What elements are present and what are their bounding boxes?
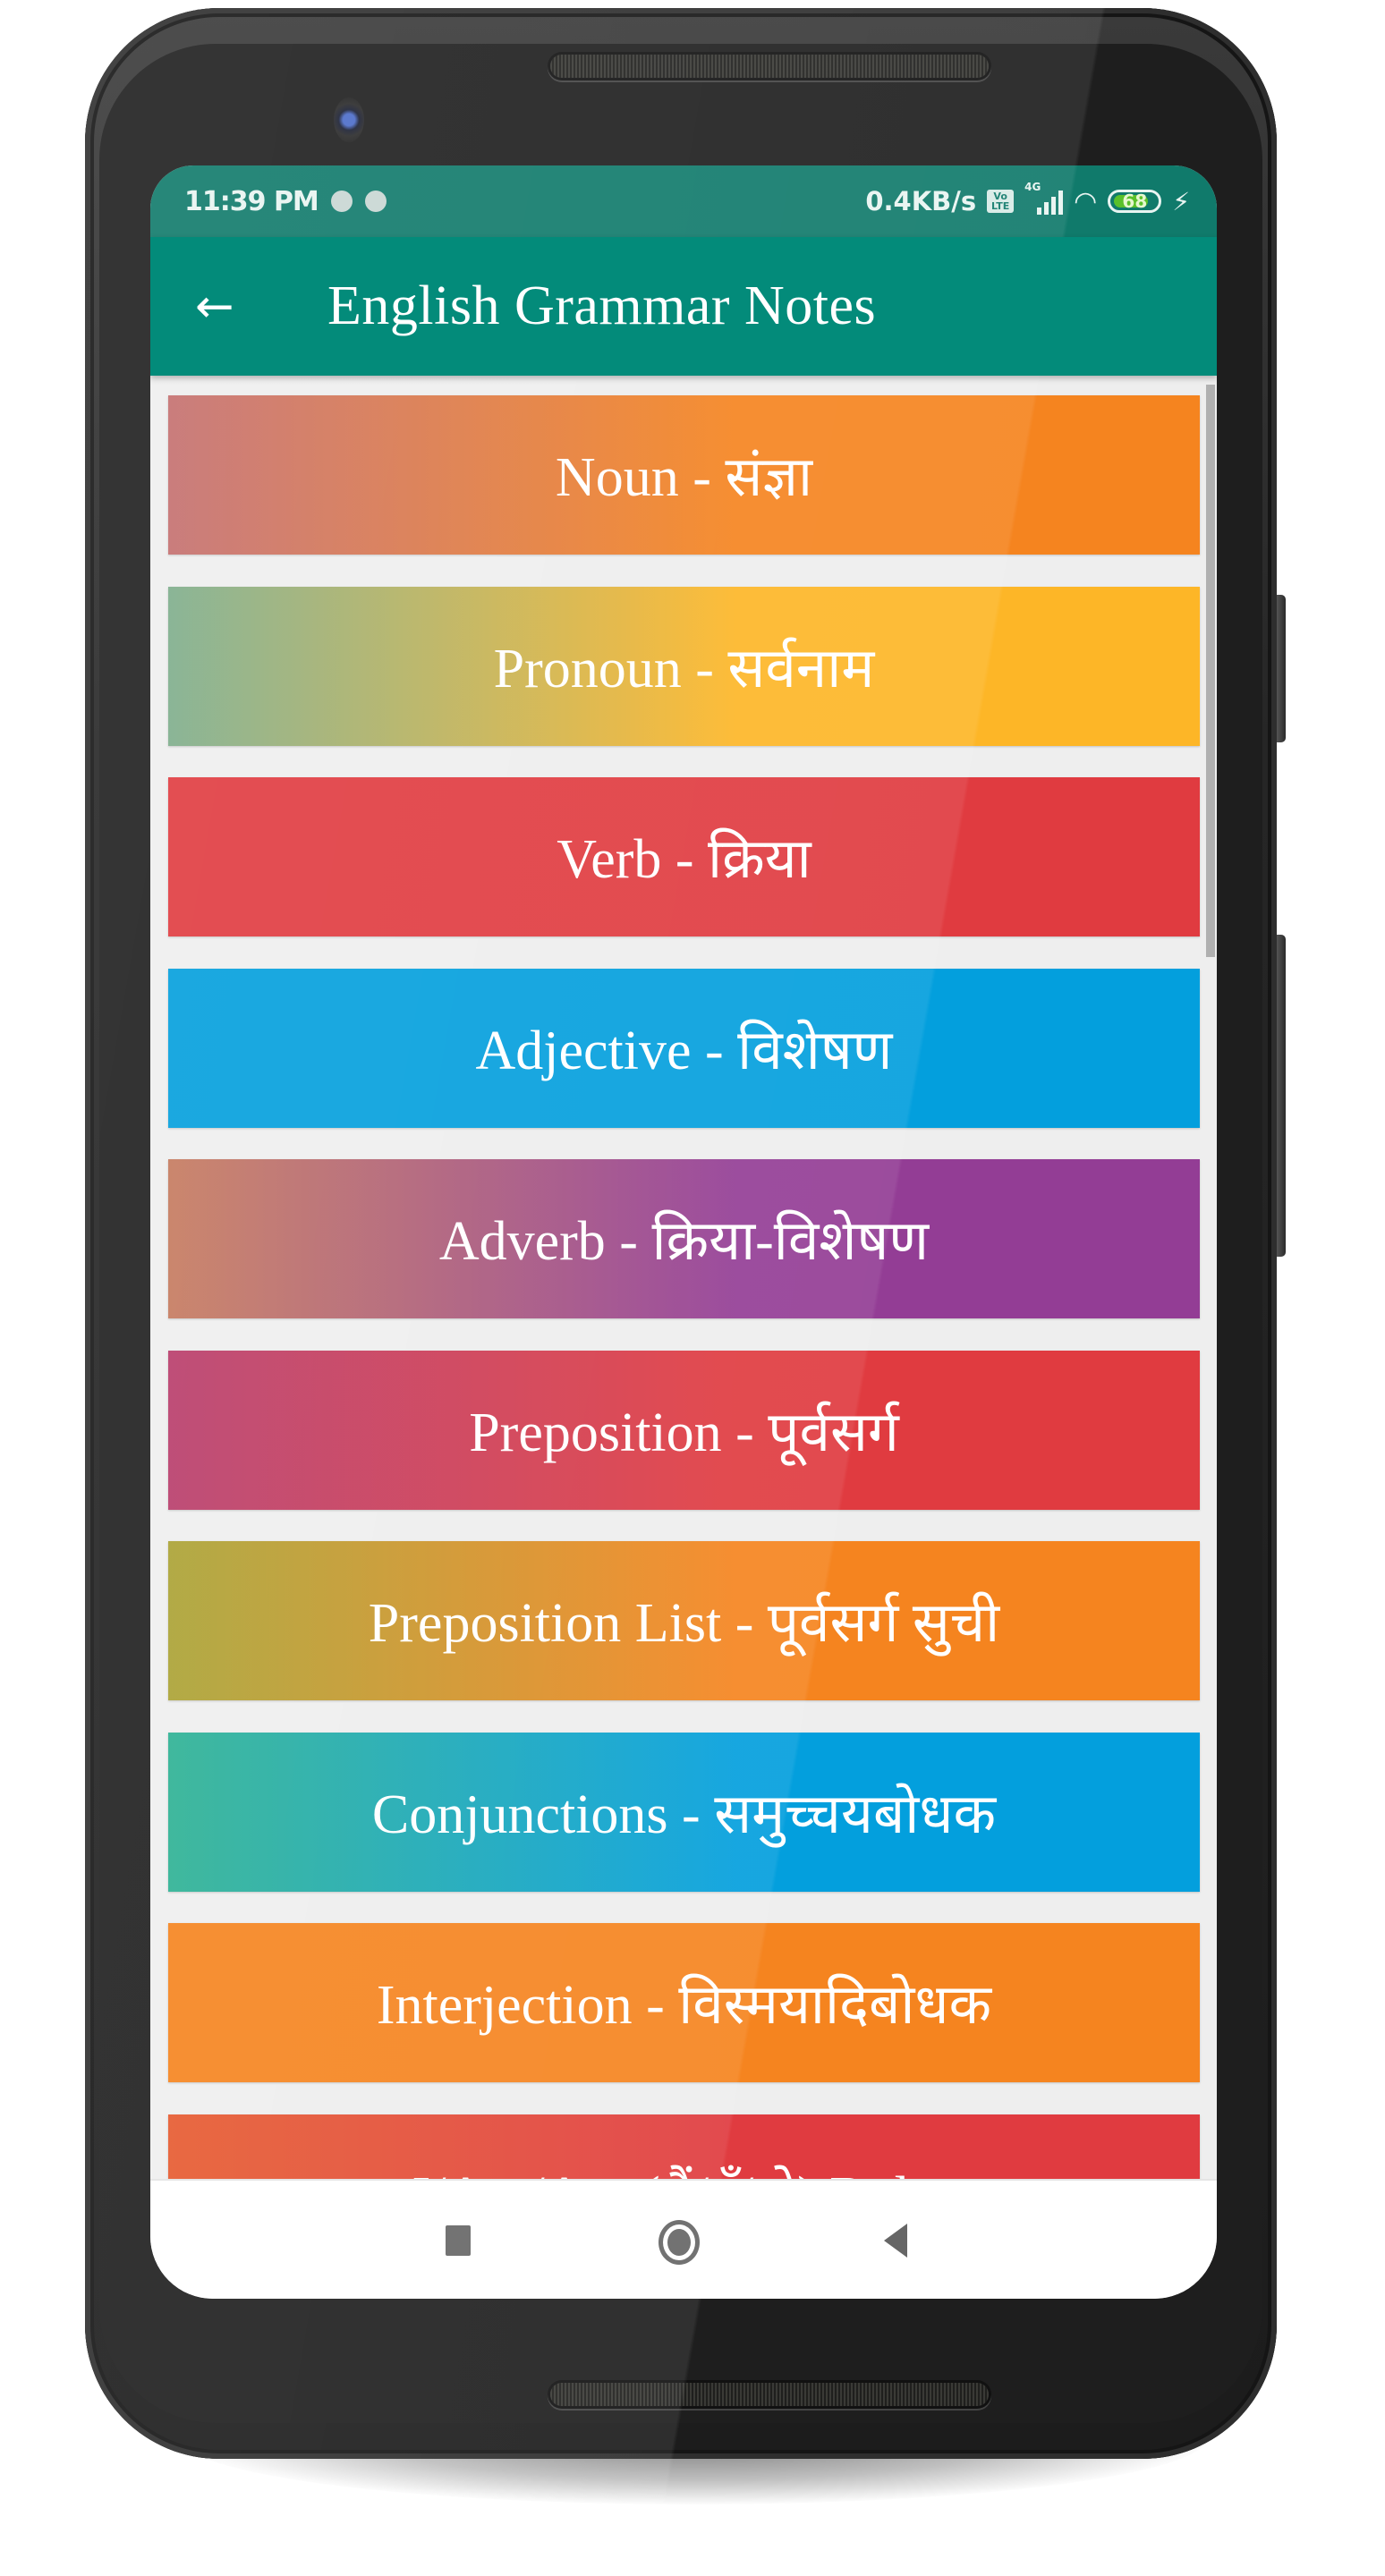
topic-label: Interjection - विस्मयादिबोधक: [376, 1975, 992, 2036]
topic-card[interactable]: Interjection - विस्मयादिबोधक: [168, 1923, 1200, 2082]
battery-icon: 68: [1108, 190, 1162, 213]
front-camera-icon: [334, 97, 364, 142]
topic-card[interactable]: I/Am/Are (मैं/हूँ/हो) Rules: [168, 2114, 1200, 2180]
topic-label: Verb - क्रिया: [557, 829, 811, 890]
status-time: 11:39 PM: [184, 185, 319, 217]
triangle-back-icon[interactable]: [884, 2224, 907, 2258]
list-scrollbar[interactable]: [1206, 385, 1215, 957]
topic-label: Conjunctions - समुच्चयबोधक: [371, 1784, 997, 1845]
topic-label: Preposition List - पूर्वसर्ग सुची: [368, 1593, 1000, 1654]
circle-home-icon[interactable]: [659, 2220, 700, 2265]
earpiece-speaker: [550, 55, 989, 78]
topic-card[interactable]: Adjective - विशेषण: [168, 968, 1200, 1128]
charging-bolt-icon: ⚡︎: [1172, 186, 1190, 216]
topic-card[interactable]: Conjunctions - समुच्चयबोधक: [168, 1732, 1200, 1892]
notification-dot-icon: [330, 191, 353, 212]
network-type: 4G: [1024, 181, 1041, 193]
topic-list[interactable]: Noun - संज्ञा Pronoun - सर्वनाम Verb - क…: [150, 376, 1217, 2179]
wifi-icon: ◠: [1074, 185, 1098, 217]
phone-screen: 11:39 PM 0.4KB/s Vo LTE 4G ◠ 68 ⚡︎ ← Engl…: [150, 165, 1217, 2299]
square-recents-icon[interactable]: [446, 2225, 471, 2256]
topic-card[interactable]: Adverb - क्रिया-विशेषण: [168, 1159, 1200, 1318]
arrow-left-icon[interactable]: ←: [195, 284, 249, 330]
page-title: English Grammar Notes: [327, 275, 877, 336]
topic-label: Adjective - विशेषण: [475, 1020, 893, 1081]
notification-dot-icon: [364, 191, 387, 212]
battery-percent: 68: [1122, 191, 1148, 212]
status-bar: 11:39 PM 0.4KB/s Vo LTE 4G ◠ 68 ⚡︎: [150, 165, 1217, 237]
topic-card[interactable]: Noun - संज्ञा: [168, 395, 1200, 555]
topic-label: I/Am/Are (मैं/हूँ/हो) Rules: [412, 2157, 956, 2180]
topic-card[interactable]: Pronoun - सर्वनाम: [168, 586, 1200, 746]
topic-label: Adverb - क्रिया-विशेषण: [438, 1211, 930, 1272]
system-nav-bar: [150, 2179, 1217, 2299]
power-button[interactable]: [1277, 595, 1286, 742]
signal-icon: 4G: [1024, 181, 1064, 215]
volume-rocker[interactable]: [1277, 935, 1286, 1257]
topic-card[interactable]: Preposition - पूर्वसर्ग: [168, 1350, 1200, 1510]
topic-card[interactable]: Preposition List - पूर्वसर्ग सुची: [168, 1541, 1200, 1700]
topic-card[interactable]: Verb - क्रिया: [168, 777, 1200, 936]
topic-label: Noun - संज्ञा: [555, 447, 813, 508]
app-toolbar: ← English Grammar Notes: [150, 237, 1217, 376]
volte-icon: Vo LTE: [987, 190, 1015, 213]
topic-label: Preposition - पूर्वसर्ग: [469, 1402, 899, 1463]
bottom-speaker: [550, 2383, 989, 2406]
network-speed: 0.4KB/s: [865, 186, 977, 216]
topic-label: Pronoun - सर्वनाम: [493, 638, 875, 699]
